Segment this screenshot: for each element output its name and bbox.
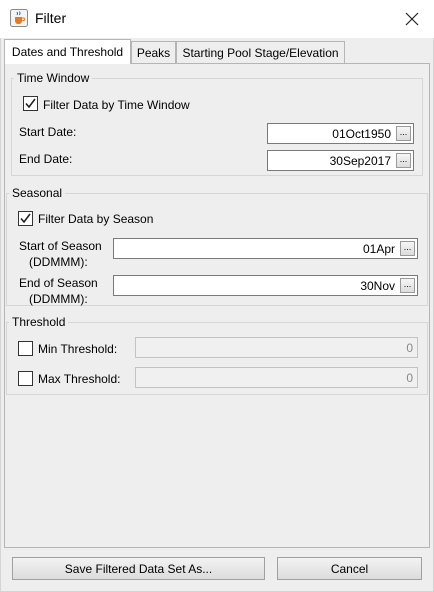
threshold-title: Threshold bbox=[9, 315, 69, 329]
seasonal-checkbox-label: Filter Data by Season bbox=[38, 212, 154, 226]
close-button[interactable] bbox=[392, 2, 432, 36]
min-threshold-checkbox[interactable] bbox=[18, 341, 33, 356]
end-date-value: 30Sep2017 bbox=[329, 153, 391, 168]
java-cup-icon bbox=[10, 9, 28, 27]
close-icon bbox=[405, 12, 419, 26]
end-season-label: End of Season bbox=[19, 276, 98, 290]
time-window-checkbox[interactable] bbox=[23, 96, 38, 111]
end-season-field[interactable]: 30Nov bbox=[113, 275, 418, 296]
start-date-label: Start Date: bbox=[19, 125, 77, 139]
max-threshold-label: Max Threshold: bbox=[38, 372, 121, 386]
start-season-value: 01Apr bbox=[362, 241, 395, 256]
end-season-picker-button[interactable]: ... bbox=[400, 278, 415, 293]
min-threshold-value: 0 bbox=[406, 340, 413, 355]
end-date-label: End Date: bbox=[19, 152, 73, 166]
window-title: Filter bbox=[35, 10, 67, 26]
min-threshold-field[interactable]: 0 bbox=[135, 337, 418, 358]
tab-starting-pool-stage[interactable]: Starting Pool Stage/Elevation bbox=[176, 41, 345, 63]
max-threshold-value: 0 bbox=[406, 370, 413, 385]
start-season-format-label: (DDMMM): bbox=[29, 255, 88, 269]
start-date-field[interactable]: 01Oct1950 bbox=[267, 123, 414, 144]
start-date-picker-button[interactable]: ... bbox=[396, 126, 411, 141]
end-season-format-label: (DDMMM): bbox=[29, 292, 88, 306]
checkmark-icon bbox=[25, 98, 36, 109]
tab-peaks[interactable]: Peaks bbox=[131, 41, 176, 63]
time-window-title: Time Window bbox=[14, 71, 93, 85]
time-window-checkbox-label: Filter Data by Time Window bbox=[43, 98, 190, 112]
cancel-button[interactable]: Cancel bbox=[277, 557, 422, 580]
seasonal-checkbox[interactable] bbox=[18, 211, 33, 226]
end-date-field[interactable]: 30Sep2017 bbox=[267, 150, 414, 171]
start-season-label: Start of Season bbox=[19, 239, 102, 253]
max-threshold-checkbox[interactable] bbox=[18, 371, 33, 386]
checkmark-icon bbox=[20, 213, 31, 224]
end-season-value: 30Nov bbox=[360, 278, 395, 293]
seasonal-title: Seasonal bbox=[9, 186, 66, 200]
start-date-value: 01Oct1950 bbox=[332, 126, 391, 141]
start-season-picker-button[interactable]: ... bbox=[400, 241, 415, 256]
min-threshold-label: Min Threshold: bbox=[38, 342, 118, 356]
end-date-picker-button[interactable]: ... bbox=[396, 153, 411, 168]
tab-dates-and-threshold[interactable]: Dates and Threshold bbox=[4, 39, 131, 64]
save-filtered-data-button[interactable]: Save Filtered Data Set As... bbox=[12, 557, 265, 580]
max-threshold-field[interactable]: 0 bbox=[135, 367, 418, 388]
start-season-field[interactable]: 01Apr bbox=[113, 238, 418, 259]
